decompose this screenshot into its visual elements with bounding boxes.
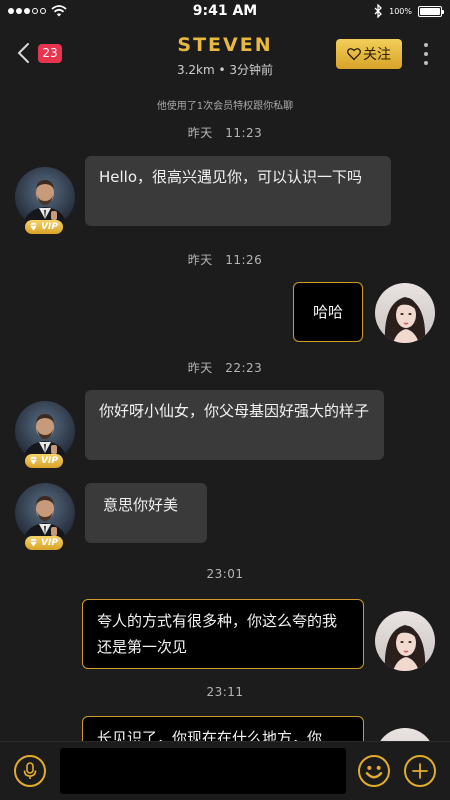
timestamp: 23:01 — [206, 567, 244, 581]
vip-badge: VIP — [25, 220, 63, 234]
follow-label: 关注 — [363, 47, 391, 63]
add-attachment-button[interactable] — [404, 755, 436, 787]
microphone-icon — [23, 762, 37, 779]
diamond-icon — [29, 456, 38, 466]
outgoing-message[interactable]: 哈哈 — [293, 282, 363, 342]
my-avatar[interactable] — [375, 283, 435, 343]
status-bar-right: 100% — [374, 4, 444, 18]
diamond-icon — [29, 222, 38, 232]
timestamp: 23:11 — [206, 685, 244, 699]
battery-percent: 100% — [389, 6, 412, 16]
plus-icon — [412, 763, 428, 779]
vip-badge: VIP — [25, 454, 63, 468]
vertical-dots-icon — [424, 43, 428, 47]
emoji-button[interactable] — [358, 755, 390, 787]
my-avatar[interactable] — [375, 611, 435, 671]
incoming-message[interactable]: 意思你好美 — [85, 483, 207, 543]
more-options-button[interactable] — [420, 43, 432, 65]
input-bar — [0, 741, 450, 800]
contact-avatar[interactable] — [15, 483, 75, 543]
incoming-message[interactable]: Hello，很高兴遇见你，可以认识一下吗 — [85, 156, 391, 226]
contact-avatar[interactable] — [15, 401, 75, 461]
timestamp: 昨天 11:26 — [187, 253, 263, 267]
timestamp: 昨天 22:23 — [187, 361, 263, 375]
privilege-note: 他使用了1次会员特权跟你私聊 — [156, 101, 294, 112]
battery-level — [420, 7, 440, 15]
chat-header: 23 STEVEN 3.2km • 3分钟前 关注 — [0, 24, 450, 84]
timestamp: 昨天 11:23 — [187, 126, 263, 140]
vip-badge: VIP — [25, 536, 63, 550]
bluetooth-icon — [374, 4, 383, 18]
status-bar: 9:41 AM 100% — [0, 0, 450, 24]
follow-button[interactable]: 关注 — [336, 39, 402, 69]
diamond-icon — [29, 538, 38, 548]
contact-avatar[interactable] — [15, 167, 75, 227]
incoming-message[interactable]: 你好呀小仙女，你父母基因好强大的样子 — [85, 390, 384, 460]
message-input[interactable] — [60, 748, 346, 794]
battery-icon — [418, 5, 444, 17]
voice-button[interactable] — [14, 755, 46, 787]
outgoing-message[interactable]: 夸人的方式有很多种，你这么夸的我还是第一次见 — [82, 599, 364, 669]
smiley-icon — [365, 765, 383, 779]
heart-outline-icon — [347, 48, 361, 61]
